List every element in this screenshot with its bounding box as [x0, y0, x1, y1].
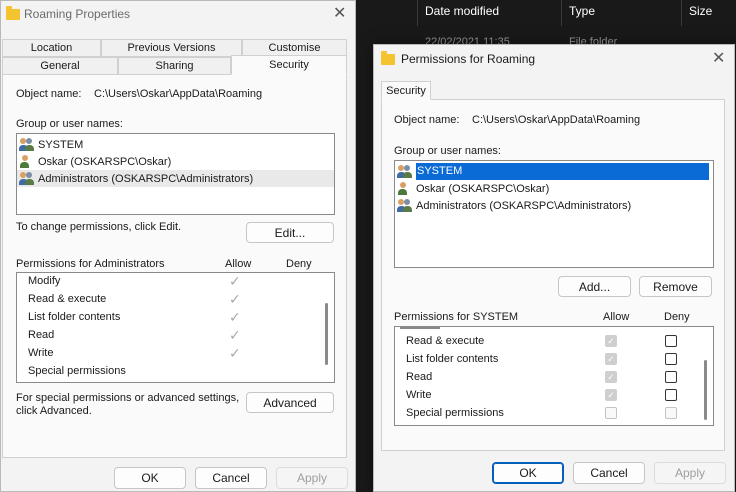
tab-previous-versions[interactable]: Previous Versions — [101, 39, 242, 57]
cancel-button[interactable]: Cancel — [195, 467, 267, 489]
permission-name: Write — [28, 347, 54, 359]
allow-checkbox: ✓ — [605, 371, 617, 383]
deny-checkbox[interactable] — [665, 371, 677, 383]
deny-column-label: Deny — [664, 311, 690, 323]
user-name: Administrators (OSKARSPC\Administrators) — [38, 172, 254, 185]
user-listbox[interactable]: SYSTEM Oskar (OSKARSPC\Oskar) Administra… — [16, 133, 335, 215]
cancel-button[interactable]: Cancel — [573, 462, 645, 484]
tab-sharing[interactable]: Sharing — [118, 57, 231, 75]
apply-button[interactable]: Apply — [276, 467, 348, 489]
edit-button[interactable]: Edit... — [246, 222, 334, 243]
tab-general[interactable]: General — [2, 57, 118, 75]
group-names-label: Group or user names: — [394, 145, 501, 157]
column-header-type[interactable]: Type — [569, 5, 595, 17]
group-users-icon — [397, 164, 413, 179]
user-name: Oskar (OSKARSPC\Oskar) — [416, 182, 550, 195]
scrollbar-thumb[interactable] — [704, 360, 707, 420]
advanced-text-line2: click Advanced. — [16, 405, 92, 417]
scrollbar-thumb[interactable] — [325, 303, 328, 365]
group-users-icon — [19, 137, 35, 152]
column-separator — [681, 0, 682, 26]
deny-checkbox[interactable] — [665, 353, 677, 365]
permission-name: Special permissions — [28, 365, 126, 377]
apply-button[interactable]: Apply — [654, 462, 726, 484]
tab-security[interactable]: Security — [231, 55, 347, 75]
allow-check-icon: ✓ — [229, 291, 241, 307]
properties-window-title: Roaming Properties — [24, 7, 131, 21]
folder-icon — [381, 51, 395, 65]
user-name-selected: SYSTEM — [416, 163, 709, 180]
deny-column-label: Deny — [286, 258, 312, 270]
list-item-system[interactable]: SYSTEM — [17, 136, 334, 153]
column-header-date-modified[interactable]: Date modified — [425, 5, 499, 17]
group-users-icon — [397, 198, 413, 213]
column-separator — [417, 0, 418, 26]
ok-button[interactable]: OK — [114, 467, 186, 489]
deny-checkbox[interactable] — [665, 389, 677, 401]
remove-button[interactable]: Remove — [639, 276, 712, 297]
user-listbox[interactable]: SYSTEM Oskar (OSKARSPC\Oskar) Administra… — [394, 160, 714, 268]
cut-off-row — [400, 326, 440, 329]
close-icon[interactable]: ✕ — [333, 6, 346, 22]
advanced-text-line1: For special permissions or advanced sett… — [16, 392, 240, 404]
permission-name: Special permissions — [406, 407, 504, 419]
deny-checkbox — [665, 407, 677, 419]
advanced-button[interactable]: Advanced — [246, 392, 334, 413]
permissions-window-title: Permissions for Roaming — [401, 52, 536, 66]
allow-checkbox — [605, 407, 617, 419]
list-item-system[interactable]: SYSTEM — [395, 163, 713, 180]
close-icon[interactable]: ✕ — [712, 51, 725, 67]
list-item-administrators[interactable]: Administrators (OSKARSPC\Administrators) — [395, 197, 713, 214]
permission-name: Read — [406, 371, 433, 383]
allow-check-icon: ✓ — [229, 327, 241, 343]
change-permissions-text: To change permissions, click Edit. — [16, 221, 182, 233]
object-name-label: Object name: — [394, 114, 460, 126]
list-item-oskar[interactable]: Oskar (OSKARSPC\Oskar) — [395, 180, 713, 197]
allow-checkbox: ✓ — [605, 335, 617, 347]
allow-checkbox: ✓ — [605, 353, 617, 365]
permission-name: List folder contents — [28, 311, 121, 323]
group-users-icon — [19, 171, 35, 186]
user-icon — [397, 181, 413, 196]
column-separator — [561, 0, 562, 26]
permission-name: List folder contents — [406, 353, 499, 365]
tab-location[interactable]: Location — [2, 39, 101, 57]
object-name-value: C:\Users\Oskar\AppData\Roaming — [94, 88, 263, 100]
allow-column-label: Allow — [603, 311, 630, 323]
user-name: Administrators (OSKARSPC\Administrators) — [416, 199, 632, 212]
object-name-label: Object name: — [16, 88, 82, 100]
column-header-size[interactable]: Size — [689, 5, 712, 17]
tab-security[interactable]: Security — [381, 81, 431, 100]
add-button[interactable]: Add... — [558, 276, 631, 297]
user-name: Oskar (OSKARSPC\Oskar) — [38, 155, 172, 168]
allow-check-icon: ✓ — [229, 273, 241, 289]
permission-name: Modify — [28, 275, 61, 287]
permission-name: Write — [406, 389, 432, 401]
permissions-header: Permissions for Administrators — [16, 258, 165, 270]
deny-checkbox[interactable] — [665, 335, 677, 347]
user-name: SYSTEM — [38, 138, 84, 151]
allow-column-label: Allow — [225, 258, 252, 270]
permissions-header: Permissions for SYSTEM — [394, 311, 519, 323]
object-name-value: C:\Users\Oskar\AppData\Roaming — [472, 114, 641, 126]
ok-button[interactable]: OK — [492, 462, 564, 484]
group-names-label: Group or user names: — [16, 118, 123, 130]
folder-icon — [6, 6, 20, 20]
permission-name: Read & execute — [406, 335, 485, 347]
permission-name: Read — [28, 329, 55, 341]
list-item-oskar[interactable]: Oskar (OSKARSPC\Oskar) — [17, 153, 334, 170]
list-item-administrators[interactable]: Administrators (OSKARSPC\Administrators) — [17, 170, 334, 187]
allow-checkbox: ✓ — [605, 389, 617, 401]
allow-check-icon: ✓ — [229, 309, 241, 325]
allow-check-icon: ✓ — [229, 345, 241, 361]
user-icon — [19, 154, 35, 169]
permission-name: Read & execute — [28, 293, 107, 305]
